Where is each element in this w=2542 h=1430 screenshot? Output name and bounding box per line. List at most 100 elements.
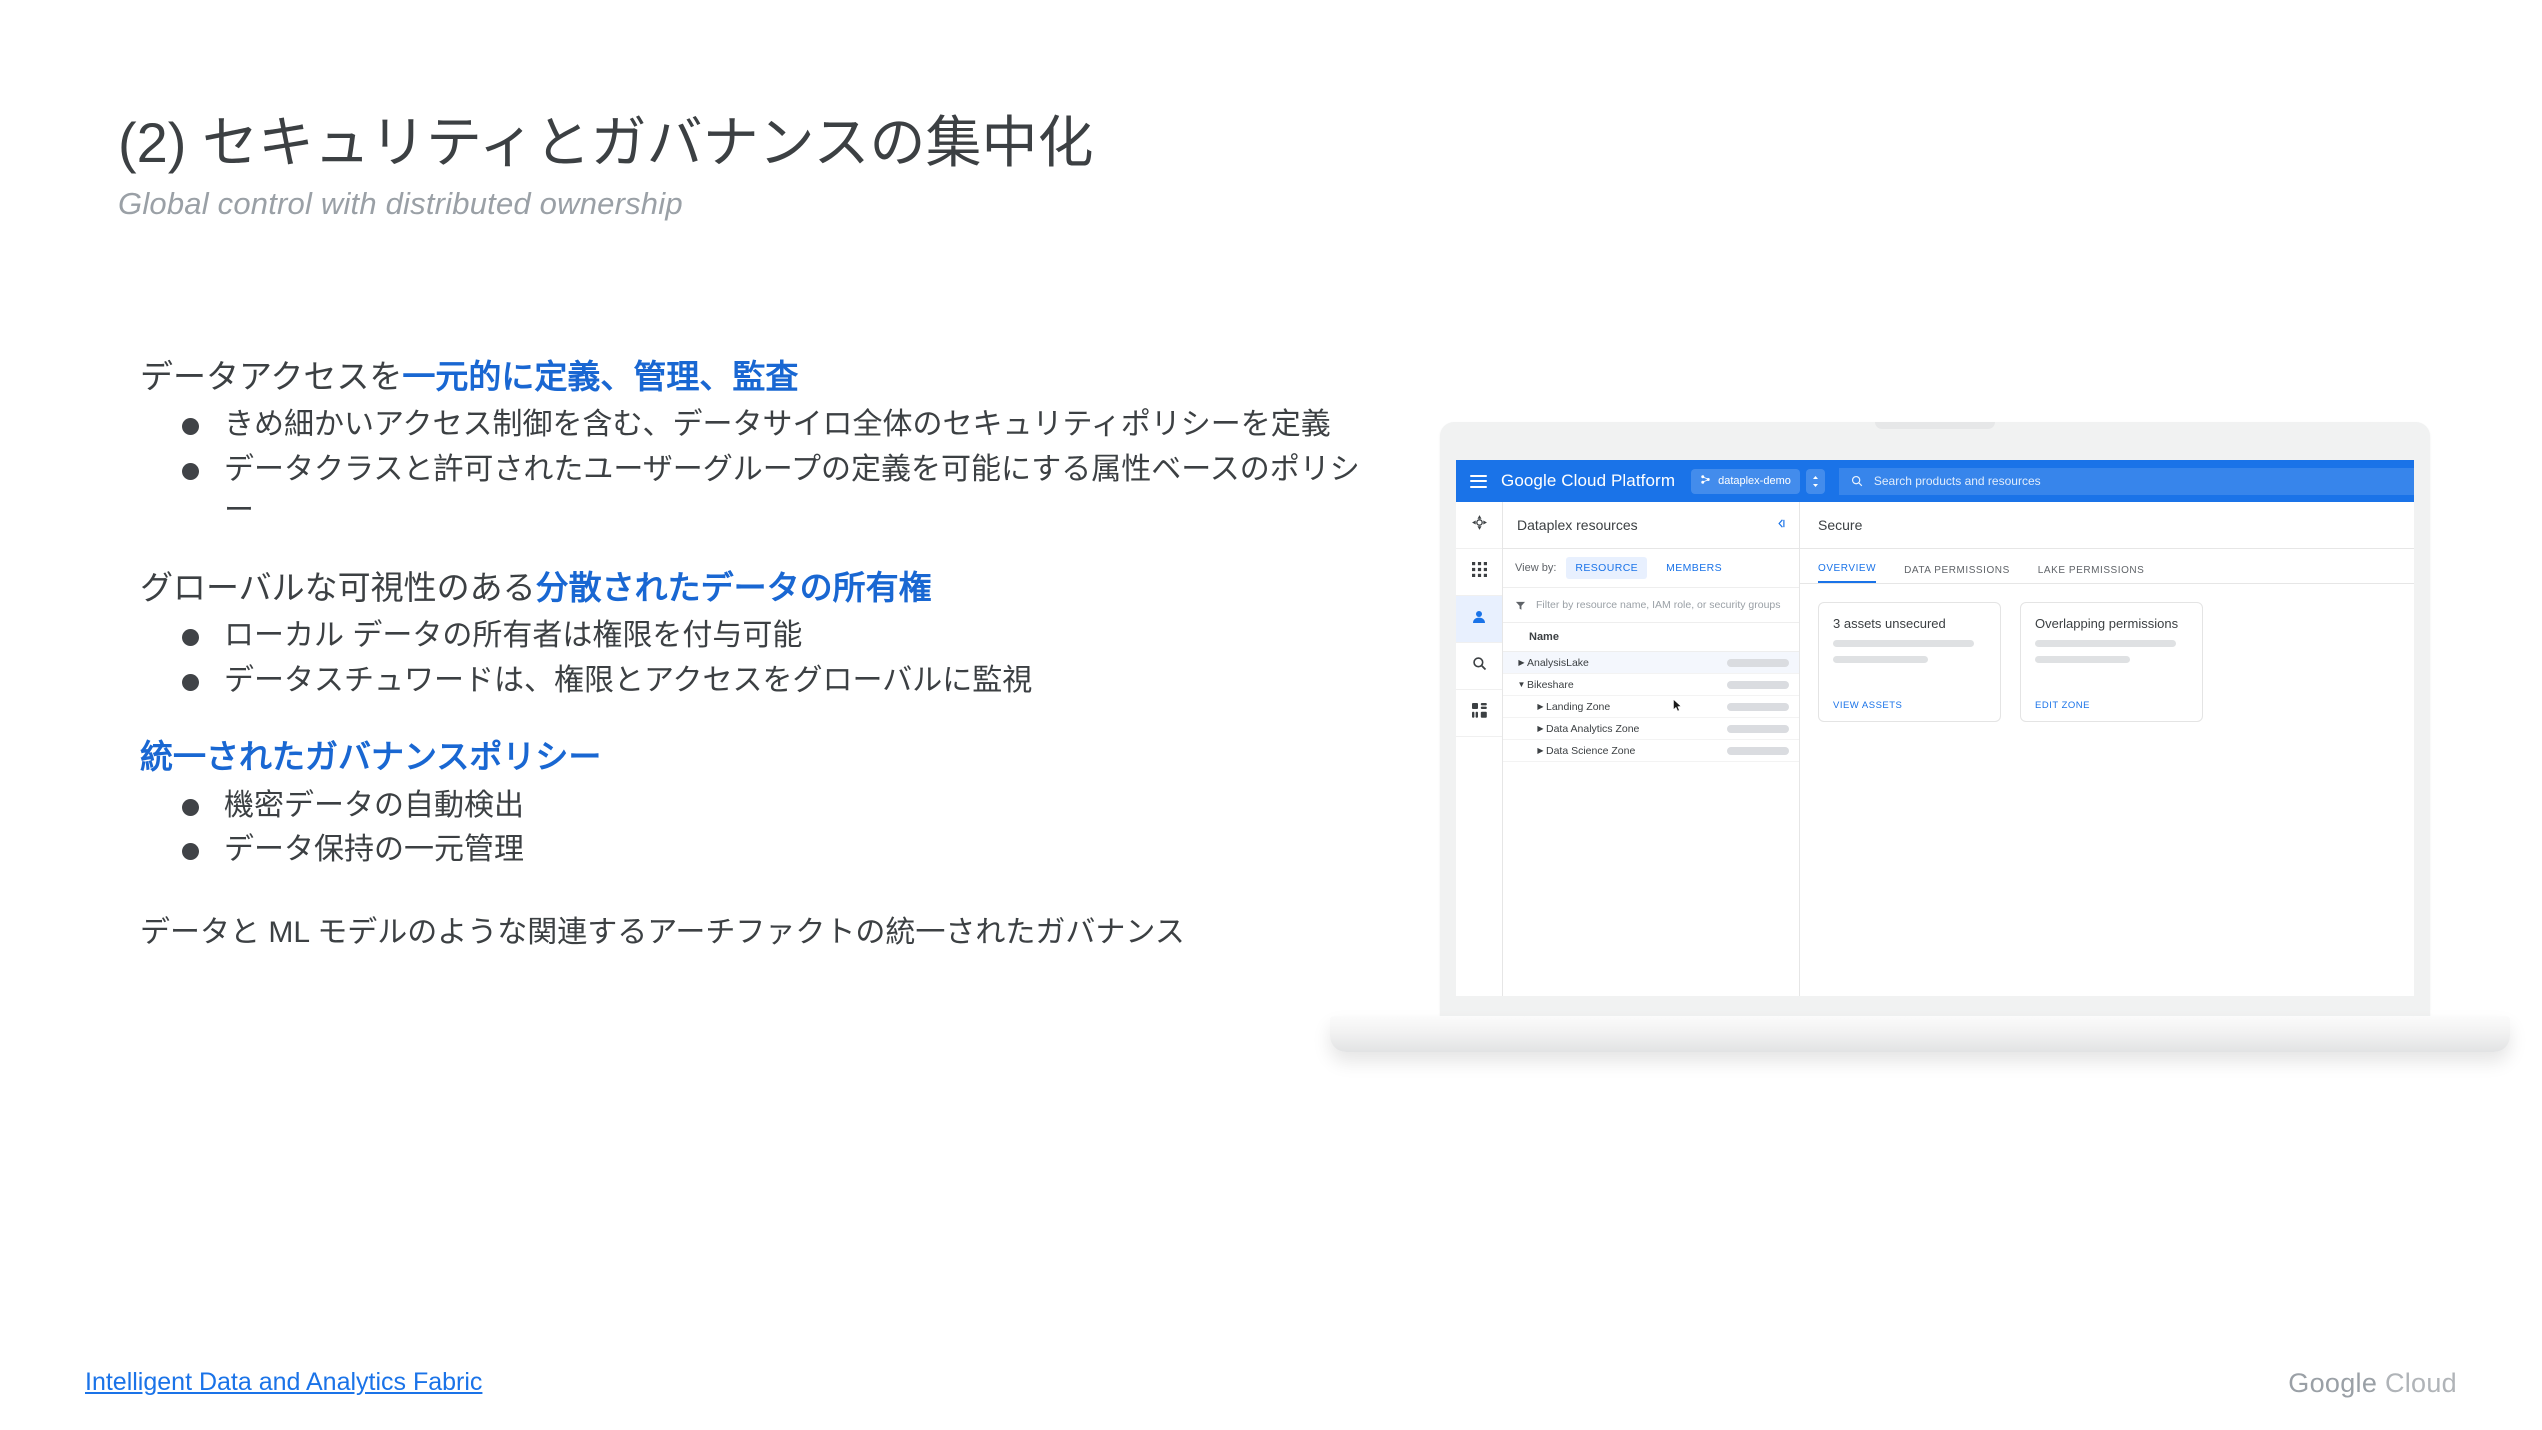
rail-item-secure[interactable] [1456, 596, 1502, 643]
card-placeholder-bar [1833, 640, 1974, 647]
project-selector[interactable]: dataplex-demo [1691, 468, 1800, 494]
table-row[interactable]: ▶ Data Analytics Zone [1503, 718, 1799, 740]
card-overlapping-permissions: Overlapping permissions EDIT ZONE [2020, 602, 2203, 722]
column-header-name: Name [1503, 623, 1799, 652]
card-placeholder-bar [2035, 640, 2176, 647]
chevron-right-icon[interactable]: ▶ [1535, 702, 1546, 711]
hamburger-menu-icon[interactable] [1470, 474, 1487, 488]
laptop-base [1330, 1016, 2510, 1052]
rail-item-dataplex[interactable] [1456, 502, 1502, 549]
content-section-3: 統一されたガバナンスポリシー 機密データの自動検出 データ保持の一元管理 [140, 735, 1360, 871]
dataplex-resources-panel: Dataplex resources View by: RESOURCE MEM… [1503, 502, 1800, 996]
view-assets-button[interactable]: VIEW ASSETS [1833, 700, 1986, 711]
body-content: データアクセスを一元的に定義、管理、監査 きめ細かいアクセス制御を含む、データサ… [140, 355, 1360, 954]
view-by-label: View by: [1515, 562, 1557, 574]
project-icon [1700, 474, 1711, 488]
bullet-dot-icon [182, 673, 199, 691]
edit-zone-button[interactable]: EDIT ZONE [2035, 700, 2188, 711]
row-placeholder-bar [1727, 724, 1789, 733]
tab-lake-permissions[interactable]: LAKE PERMISSIONS [2038, 565, 2145, 583]
page-title: (2) セキュリティとガバナンスの集中化 [118, 111, 1094, 174]
icon-rail [1456, 502, 1503, 996]
grid-apps-icon [1471, 562, 1487, 582]
content-section-2: グローバルな可視性のある分散されたデータの所有権 ローカル データの所有者は権限… [140, 566, 1360, 702]
view-by-control: View by: RESOURCE MEMBERS [1503, 549, 1799, 588]
tab-overview[interactable]: OVERVIEW [1818, 563, 1877, 583]
search-placeholder-label: Search products and resources [1873, 474, 2041, 488]
table-row-label: Data Science Zone [1546, 744, 1636, 757]
console-body: Dataplex resources View by: RESOURCE MEM… [1456, 502, 2414, 996]
list-item: きめ細かいアクセス制御を含む、データサイロ全体のセキュリティポリシーを定義 [140, 405, 1360, 446]
bullet-dot-icon [182, 418, 199, 436]
list-item-label: データ保持の一元管理 [224, 833, 524, 867]
table-row-label: Bikeshare [1527, 678, 1574, 691]
closing-paragraph: データと ML モデルのような関連するアーチファクトの統一されたガバナンス [140, 916, 1185, 950]
resources-panel-header: Dataplex resources [1503, 502, 1799, 549]
row-placeholder-bar [1727, 680, 1789, 689]
footer-link[interactable]: Intelligent Data and Analytics Fabric [85, 1368, 482, 1397]
section-2-lead: グローバルな可視性のある分散されたデータの所有権 [140, 566, 1360, 610]
logo-cloud-text: Cloud [2384, 1368, 2457, 1398]
laptop-notch [1875, 422, 1995, 429]
tab-data-permissions[interactable]: DATA PERMISSIONS [1904, 565, 2010, 583]
section-2-lead-accent: 分散されたデータの所有権 [535, 568, 932, 606]
card-placeholder-bar [1833, 656, 1928, 663]
detail-tabs: OVERVIEW DATA PERMISSIONS LAKE PERMISSIO… [1800, 549, 2414, 584]
list-item-label: きめ細かいアクセス制御を含む、データサイロ全体のセキュリティポリシーを定義 [224, 408, 1331, 442]
rail-item-dashboard[interactable] [1456, 690, 1502, 737]
list-item-label: データクラスと許可されたユーザーグループの定義を可能にする属性ベースのポリシー [224, 453, 1360, 527]
filter-input[interactable]: Filter by resource name, IAM role, or se… [1503, 588, 1799, 623]
chevron-right-icon[interactable]: ▶ [1535, 746, 1546, 755]
resources-panel-title: Dataplex resources [1517, 517, 1638, 533]
list-item-label: データスチュワードは、権限とアクセスをグローバルに監視 [224, 663, 1033, 697]
bullet-dot-icon [182, 843, 199, 861]
bullet-dot-icon [182, 463, 199, 481]
table-row[interactable]: ▶ Data Science Zone [1503, 740, 1799, 762]
page-subtitle: Global control with distributed ownershi… [118, 186, 683, 222]
table-row[interactable]: ▼ Bikeshare [1503, 674, 1799, 696]
search-input[interactable]: Search products and resources [1838, 467, 2414, 495]
card-placeholder-bar [2035, 656, 2130, 663]
list-item: データクラスと許可されたユーザーグループの定義を可能にする属性ベースのポリシー [140, 450, 1360, 532]
rail-item-apps[interactable] [1456, 549, 1502, 596]
tab-resource[interactable]: RESOURCE [1566, 557, 1648, 579]
row-placeholder-bar [1727, 658, 1789, 667]
project-stepper-icon[interactable] [1805, 468, 1825, 494]
google-cloud-logo: Google Cloud [2288, 1368, 2457, 1399]
table-row[interactable]: ▶ Landing Zone [1503, 696, 1799, 718]
bullet-dot-icon [182, 628, 199, 646]
section-3-bullets: 機密データの自動検出 データ保持の一元管理 [140, 786, 1360, 872]
dashboard-icon [1471, 703, 1487, 723]
search-icon [1851, 475, 1863, 487]
gcp-topbar: Google Cloud Platform dataplex-demo Sear… [1456, 460, 2414, 502]
chevron-right-icon[interactable]: ▶ [1535, 724, 1546, 733]
card-assets-unsecured: 3 assets unsecured VIEW ASSETS [1818, 602, 2001, 722]
card-title: Overlapping permissions [2035, 616, 2179, 631]
project-name-label: dataplex-demo [1718, 475, 1791, 487]
person-icon [1471, 609, 1487, 630]
gcp-brand-label: Google Cloud Platform [1501, 471, 1676, 490]
search-icon [1472, 656, 1487, 676]
row-placeholder-bar [1727, 746, 1789, 755]
collapse-panel-icon[interactable] [1776, 518, 1787, 532]
laptop-mockup: Google Cloud Platform dataplex-demo Sear… [1330, 400, 2510, 1080]
rail-item-search[interactable] [1456, 643, 1502, 690]
list-item-label: ローカル データの所有者は権限を付与可能 [224, 618, 803, 652]
card-title: 3 assets unsecured [1833, 616, 1946, 631]
table-row-label: Landing Zone [1546, 700, 1611, 713]
chevron-right-icon[interactable]: ▶ [1516, 658, 1527, 667]
chevron-down-icon[interactable]: ▼ [1516, 680, 1527, 689]
bullet-dot-icon [182, 798, 199, 816]
mouse-cursor-icon [1673, 698, 1682, 712]
detail-panel-title: Secure [1800, 502, 2414, 549]
overview-cards: 3 assets unsecured VIEW ASSETS Overlappi… [1800, 584, 2414, 722]
slide-header: (2) セキュリティとガバナンスの集中化 Global control with… [118, 110, 1518, 222]
list-item: データ保持の一元管理 [140, 830, 1360, 871]
filter-icon [1515, 600, 1526, 611]
list-item: ローカル データの所有者は権限を付与可能 [140, 616, 1360, 657]
tab-members[interactable]: MEMBERS [1657, 557, 1731, 579]
section-2-lead-plain: グローバルな可視性のある [140, 568, 536, 606]
table-row[interactable]: ▶ AnalysisLake [1503, 652, 1799, 674]
section-3-lead: 統一されたガバナンスポリシー [140, 738, 602, 776]
list-item-label: 機密データの自動検出 [224, 788, 524, 822]
